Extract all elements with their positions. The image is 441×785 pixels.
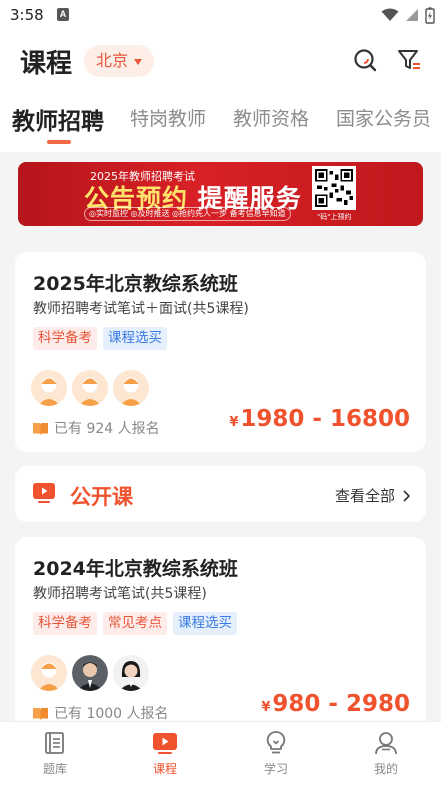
book-icon <box>33 707 48 720</box>
teacher-avatar-placeholder <box>113 370 149 406</box>
price-range: 1980 - 16800 <box>240 406 410 432</box>
nav-label: 学习 <box>263 762 288 776</box>
course-tag: 科学备考 <box>33 327 97 350</box>
view-all-link[interactable]: 查看全部 <box>335 485 410 506</box>
book-icon <box>33 422 48 435</box>
teacher-avatar-placeholder <box>31 655 67 691</box>
open-class-section[interactable]: 公开课 查看全部 <box>15 466 426 522</box>
course-card[interactable]: 2025年北京教综系统班 教师招聘考试笔试＋面试(共5课程) 科学备考 课程选买… <box>15 252 426 452</box>
qr-code-icon <box>312 166 356 210</box>
enroll-text: 已有 1000 人报名 <box>54 706 169 722</box>
question-bank-icon <box>45 732 64 754</box>
enroll-count: 已有 924 人报名 <box>33 418 160 438</box>
teacher-photo-female <box>113 655 149 691</box>
view-all-label: 查看全部 <box>334 487 395 505</box>
nav-label: 课程 <box>152 762 177 776</box>
currency-symbol: ¥ <box>229 415 239 430</box>
profile-icon <box>375 732 397 755</box>
caret-down-icon <box>134 59 143 65</box>
course-tag: 课程选买 <box>173 612 237 635</box>
tab-special-post-teacher[interactable]: 特岗教师 <box>130 104 206 131</box>
course-tag: 科学备考 <box>33 612 97 635</box>
battery-icon <box>425 6 435 24</box>
price-range: 980 - 2980 <box>272 691 410 717</box>
tab-teacher-qualification[interactable]: 教师资格 <box>233 104 309 131</box>
nav-label: 我的 <box>373 762 398 776</box>
course-subtitle: 教师招聘考试笔试＋面试(共5课程) <box>33 301 249 317</box>
course-tags: 科学备考 常见考点 课程选买 <box>33 612 237 635</box>
city-label: 北京 <box>96 51 129 70</box>
nav-profile[interactable]: 我的 <box>346 730 426 777</box>
bottom-navigation: 题库 课程 学习 我的 <box>0 721 441 785</box>
system-icons <box>381 6 435 24</box>
teacher-avatars <box>31 370 149 406</box>
course-title: 2025年北京教综系统班 <box>33 273 238 295</box>
enroll-text: 已有 924 人报名 <box>54 421 160 437</box>
teacher-avatar-placeholder <box>31 370 67 406</box>
signal-icon <box>406 9 418 21</box>
course-tag: 课程选买 <box>103 327 167 350</box>
notification-app-icon: A <box>57 8 69 21</box>
course-tag: 常见考点 <box>103 612 167 635</box>
chevron-right-icon <box>403 489 410 502</box>
status-time: 3:58 <box>10 6 44 24</box>
qr-caption: "码"上预约 <box>317 213 352 221</box>
nav-study[interactable]: 学习 <box>236 730 316 777</box>
course-subtitle: 教师招聘考试笔试(共5课程) <box>33 586 207 602</box>
course-price: ¥980 - 2980 <box>261 691 410 717</box>
video-play-icon <box>33 483 55 503</box>
page-title: 课程 <box>20 49 73 79</box>
nav-course[interactable]: 课程 <box>125 730 205 777</box>
wifi-icon <box>381 8 399 21</box>
tab-teacher-recruitment[interactable]: 教师招聘 <box>12 102 104 136</box>
course-card[interactable]: 2024年北京教综系统班 教师招聘考试笔试(共5课程) 科学备考 常见考点 课程… <box>15 537 426 737</box>
status-bar: 3:58 A <box>0 0 441 30</box>
course-title: 2024年北京教综系统班 <box>33 558 238 580</box>
banner-features: ◎实时监控 ◎及时推送 ◎抢约先人一步 备考信息早知道 <box>84 207 291 221</box>
city-selector[interactable]: 北京 <box>84 45 155 77</box>
active-tab-indicator <box>47 140 71 144</box>
category-tabs: 教师招聘 特岗教师 教师资格 国家公务员 <box>0 90 441 152</box>
promo-banner[interactable]: 2025年教师招聘考试 公告预约 提醒服务 ◎实时监控 ◎及时推送 ◎抢约先人一… <box>18 162 423 226</box>
teacher-avatars <box>31 655 149 691</box>
currency-symbol: ¥ <box>261 700 271 715</box>
tab-civil-servant[interactable]: 国家公务员 <box>336 104 431 131</box>
course-tags: 科学备考 课程选买 <box>33 327 167 350</box>
search-icon[interactable] <box>352 47 378 73</box>
teacher-avatar-placeholder <box>72 370 108 406</box>
nav-label: 题库 <box>42 762 67 776</box>
filter-icon[interactable] <box>396 47 422 73</box>
course-play-icon <box>153 733 177 754</box>
open-class-title: 公开课 <box>70 485 133 509</box>
enroll-count: 已有 1000 人报名 <box>33 703 169 723</box>
course-price: ¥1980 - 16800 <box>229 406 410 432</box>
lightbulb-icon <box>266 731 286 754</box>
teacher-photo-male <box>72 655 108 691</box>
nav-question-bank[interactable]: 题库 <box>15 730 95 777</box>
top-header: 课程 北京 <box>0 30 441 90</box>
